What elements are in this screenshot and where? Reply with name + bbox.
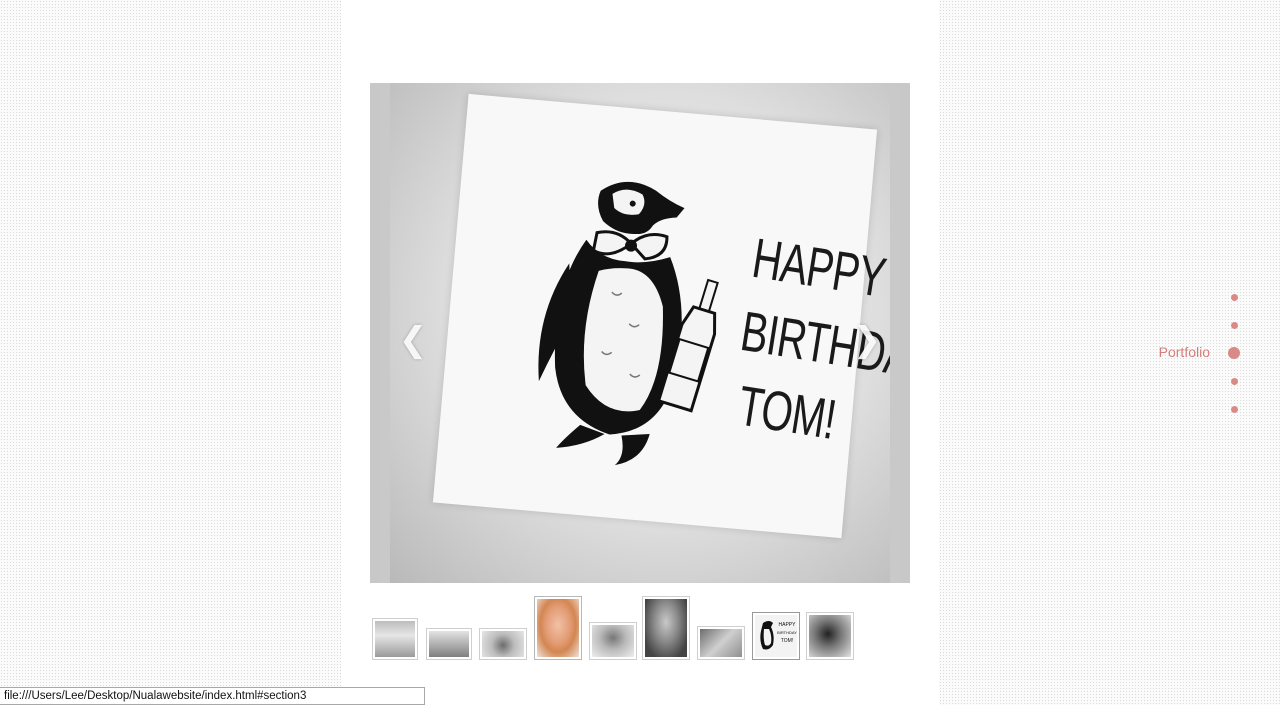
thumbnail-card-line-2: BIRTHDAY [777, 630, 797, 635]
thumbnail-musician-portrait[interactable] [806, 612, 854, 660]
thumbnail-man-portrait[interactable] [589, 622, 637, 660]
thumbnail-street-cars[interactable] [426, 628, 472, 660]
thumbnail-cyclist[interactable] [479, 628, 527, 660]
thumbnail-hands-sketch[interactable] [697, 626, 745, 660]
nav-dot-3-active[interactable] [1228, 347, 1240, 359]
status-bar-url: file:///Users/Lee/Desktop/Nualawebsite/i… [0, 687, 425, 705]
birthday-card: HAPPY BIRTHDAY TOM! [432, 93, 890, 539]
chevron-right-icon[interactable]: ❯ [849, 322, 885, 358]
nav-dot-5[interactable] [1231, 406, 1238, 413]
thumbnail-girl-portrait[interactable] [642, 596, 690, 660]
thumbnail-card-line-3: TOM! [780, 638, 794, 644]
thumbnail-woman-portrait[interactable] [534, 596, 582, 660]
nav-dot-2[interactable] [1231, 322, 1238, 329]
thumbnail-street-building[interactable] [372, 618, 418, 660]
nav-dot-4[interactable] [1231, 378, 1238, 385]
chevron-left-icon[interactable]: ❮ [395, 322, 431, 358]
nav-dot-1[interactable] [1231, 294, 1238, 301]
section-nav: Portfolio [980, 285, 1280, 425]
nav-label-portfolio[interactable]: Portfolio [1159, 344, 1210, 360]
thumbnail-card-line-1: HAPPY [778, 622, 796, 628]
slide-photo: HAPPY BIRTHDAY TOM! [390, 83, 890, 583]
image-slider[interactable]: HAPPY BIRTHDAY TOM! [370, 83, 910, 583]
thumbnail-penguin-birthday-card[interactable]: HAPPY BIRTHDAY TOM! [752, 612, 800, 660]
